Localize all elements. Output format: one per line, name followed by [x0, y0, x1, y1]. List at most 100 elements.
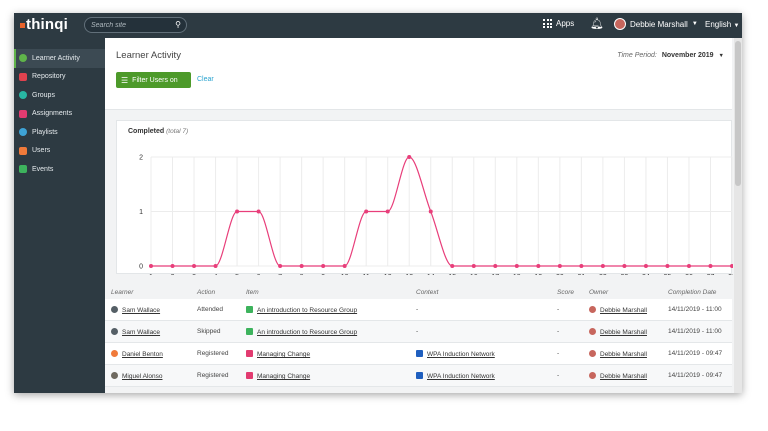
owner-link[interactable]: Debbie Marshall — [600, 307, 647, 314]
action-text: Registered — [197, 350, 229, 357]
sidebar-item-playlists[interactable]: Playlists — [14, 123, 105, 142]
chevron-down-icon: ▼ — [691, 21, 698, 27]
data-point — [665, 264, 670, 268]
x-tick-label: 15 — [448, 274, 456, 275]
x-tick-label: 7 — [278, 274, 282, 275]
x-tick-label: 26 — [685, 274, 693, 275]
user-avatar — [614, 18, 626, 30]
language-selector[interactable]: English ▼ — [705, 20, 739, 29]
data-point — [600, 264, 605, 268]
item-link[interactable]: Managing Change — [257, 351, 310, 358]
logo-text: thinqi — [26, 16, 69, 33]
vertical-scrollbar[interactable] — [734, 38, 742, 393]
sidebar-item-label: Repository — [32, 73, 66, 81]
apps-label: Apps — [556, 19, 575, 28]
item-type-icon — [246, 350, 253, 357]
header-card: Learner Activity ☰ Filter Users on Clear… — [105, 38, 732, 110]
groups-icon — [19, 91, 27, 100]
y-tick-label: 1 — [139, 209, 143, 216]
playlists-icon — [19, 128, 27, 137]
search-icon[interactable]: ⚲ — [175, 20, 181, 29]
sidebar-item-events[interactable]: Events — [14, 160, 105, 179]
learner-link[interactable]: Daniel Benton — [122, 351, 163, 358]
search-input[interactable] — [91, 19, 171, 31]
scrollbar-thumb[interactable] — [735, 41, 741, 186]
owner-link[interactable]: Debbie Marshall — [600, 351, 647, 358]
x-tick-label: 14 — [427, 274, 435, 275]
score-text: - — [557, 306, 560, 313]
data-point — [213, 264, 218, 268]
user-name: Debbie Marshall — [630, 19, 688, 29]
sidebar-item-label: Groups — [32, 91, 55, 99]
owner-avatar — [589, 306, 596, 313]
data-point — [342, 264, 347, 268]
item-type-icon — [246, 372, 253, 379]
sidebar-item-repository[interactable]: Repository — [14, 68, 105, 87]
owner-link[interactable]: Debbie Marshall — [600, 329, 647, 336]
score-text: - — [557, 328, 560, 335]
completion-date: 14/11/2019 - 09:47 — [668, 350, 723, 357]
sidebar-item-label: Learner Activity — [32, 54, 80, 62]
apps-menu[interactable]: Apps — [543, 19, 574, 28]
sidebar-item-label: Events — [32, 165, 54, 173]
notifications-bell-icon[interactable]: 🔔︎ — [590, 17, 604, 30]
table-row: Sam Wallace Attended An introduction to Re… — [105, 299, 732, 321]
learner-link[interactable]: Sam Wallace — [122, 307, 160, 314]
learner-avatar — [111, 350, 118, 357]
context-link[interactable]: WPA Induction Network — [427, 351, 495, 358]
action-text: Skipped — [197, 328, 221, 335]
x-tick-label: 22 — [599, 274, 607, 275]
data-point — [471, 264, 476, 268]
learner-avatar — [111, 306, 118, 313]
clear-link[interactable]: Clear — [197, 76, 214, 83]
item-link[interactable]: An introduction to Resource Group — [257, 307, 357, 314]
x-tick-label: 23 — [621, 274, 629, 275]
column-header: Completion Date — [668, 289, 717, 296]
sidebar-item-learner-activity[interactable]: Learner Activity — [14, 49, 105, 68]
filter-users-button[interactable]: ☰ Filter Users on — [116, 72, 191, 88]
owner-avatar — [589, 372, 596, 379]
activity-table: Learner Action Item Context Score Owner Comple… — [105, 289, 732, 393]
x-tick-label: 1 — [149, 274, 153, 275]
learner-link[interactable]: Sam Wallace — [122, 329, 160, 336]
data-point — [643, 264, 648, 268]
item-type-icon — [246, 328, 253, 335]
context-text: - — [416, 306, 419, 313]
owner-link[interactable]: Debbie Marshall — [600, 373, 647, 380]
thinqi-logo[interactable]: thinqi — [20, 16, 68, 33]
item-link[interactable]: An introduction to Resource Group — [257, 329, 357, 336]
app-window: thinqi ⚲ Apps 🔔︎ Debbie Marshall ▼ Engli… — [14, 13, 742, 393]
completion-date: 14/11/2019 - 11:00 — [668, 328, 722, 335]
item-link[interactable]: Managing Change — [257, 373, 310, 380]
column-header: Learner — [111, 289, 134, 296]
time-period-selector[interactable]: Time Period: November 2019 ▼ — [617, 52, 724, 59]
learner-avatar — [111, 372, 118, 379]
data-point — [428, 209, 433, 214]
data-point — [170, 264, 175, 268]
data-point — [493, 264, 498, 268]
action-text: Registered — [197, 372, 229, 379]
user-menu[interactable]: Debbie Marshall ▼ — [614, 18, 698, 30]
sidebar-item-users[interactable]: Users — [14, 142, 105, 161]
sidebar-item-groups[interactable]: Groups — [14, 86, 105, 105]
completed-chart-card: 0121234567891011121314151617181920212223… — [116, 120, 733, 275]
x-tick-label: 17 — [491, 274, 499, 275]
column-header: Item — [246, 289, 259, 296]
learner-avatar — [111, 328, 118, 335]
x-tick-label: 19 — [534, 274, 542, 275]
action-text: Attended — [197, 306, 224, 313]
item-type-icon — [246, 306, 253, 313]
search-box[interactable]: ⚲ — [84, 17, 187, 33]
data-point — [536, 264, 541, 268]
sidebar-item-assignments[interactable]: Assignments — [14, 105, 105, 124]
context-link[interactable]: WPA Induction Network — [427, 373, 495, 380]
sidebar-item-label: Users — [32, 147, 51, 155]
data-point — [256, 209, 261, 214]
data-point — [321, 264, 326, 268]
x-tick-label: 8 — [300, 274, 304, 275]
x-tick-label: 16 — [470, 274, 478, 275]
x-tick-label: 24 — [642, 274, 650, 275]
score-text: - — [557, 350, 560, 357]
data-point — [149, 264, 153, 268]
learner-link[interactable]: Miguel Alonso — [122, 373, 162, 380]
